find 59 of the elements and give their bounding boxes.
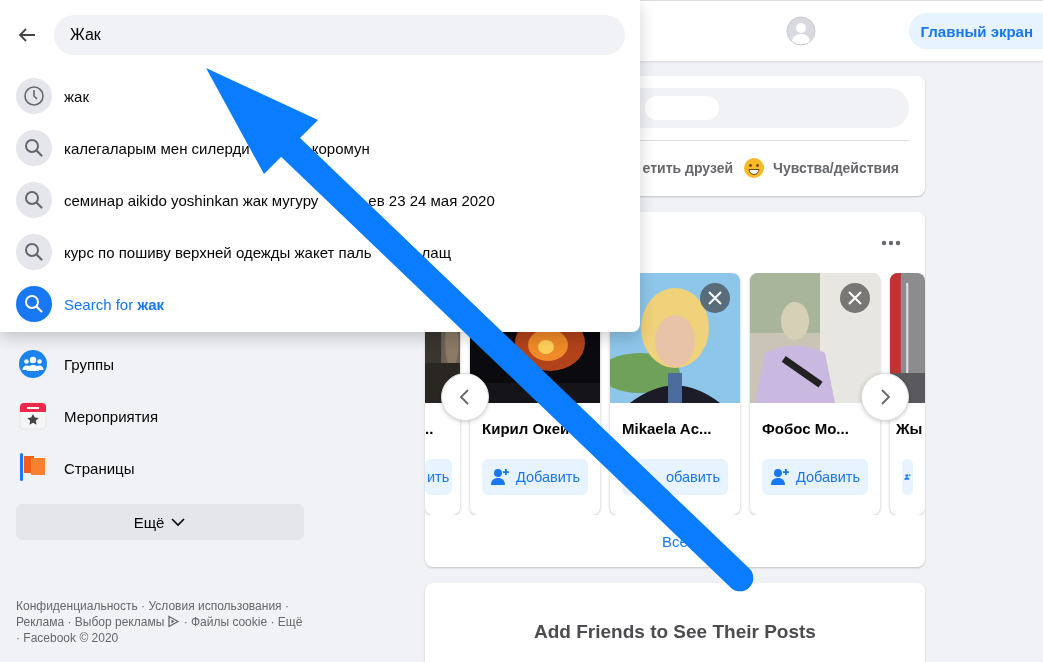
person-name: ..: [425, 419, 434, 439]
search-icon: [16, 234, 52, 270]
search-suggestion[interactable]: курс по пошиву верхней одежды жакет паль лащ: [0, 226, 640, 278]
footer-link[interactable]: Файлы cookie: [191, 615, 268, 629]
suggestion-text: коромун: [311, 139, 370, 157]
separator-dot: ·: [141, 599, 146, 613]
suggestion-text: лащ: [421, 243, 451, 261]
suggestion-text: семинар aikido yoshinkan жак мугуру: [64, 191, 319, 209]
footer-link[interactable]: Ещё: [277, 615, 303, 629]
person-name: Mikaela Ac...: [622, 419, 712, 439]
search-suggestion[interactable]: семинар aikido yoshinkan жак мугуру ев 23 24 мая 2020: [0, 174, 640, 226]
close-button[interactable]: [700, 283, 730, 313]
smiley-icon: [743, 157, 766, 179]
separator-dot: ·: [183, 615, 188, 629]
add-friend-icon: [770, 467, 790, 487]
groups-icon: [18, 349, 48, 379]
search-suggestion[interactable]: Search for жак: [0, 278, 640, 330]
sidebar-item[interactable]: Мероприятия: [16, 390, 304, 442]
search-icon: [16, 286, 52, 322]
separator-dot: ·: [16, 631, 20, 645]
person-name: Фобос Мо...: [762, 419, 849, 439]
suggestion-text: калегаларым мен силерди: [64, 139, 250, 157]
add-friend-button[interactable]: [902, 459, 913, 495]
suggestion-text: жак: [64, 87, 89, 105]
footer-link[interactable]: Выбор рекламы: [74, 615, 165, 629]
clock-icon: [16, 78, 52, 114]
close-icon: [847, 290, 863, 306]
tag-button[interactable]: етить друзей: [642, 160, 734, 176]
empty-feed-title: Add Friends to See Their Posts: [534, 621, 816, 644]
search-suggestion[interactable]: жак: [0, 70, 640, 122]
separator-dot: ·: [67, 615, 72, 629]
sidebar-item[interactable]: Группы: [16, 338, 304, 390]
home-button[interactable]: Главный экран: [908, 13, 1043, 49]
add-friend-button[interactable]: Добавить: [762, 459, 868, 495]
suggestion-text: курс по пошиву верхней одежды жакет паль: [64, 243, 372, 261]
search-suggestion[interactable]: калегаларым мен силерди коромун: [0, 122, 640, 174]
calendar-icon: [18, 401, 48, 431]
footer-link[interactable]: Реклама: [16, 615, 65, 629]
suggestion-text: ев 23 24 мая 2020: [368, 191, 495, 209]
separator-dot: ·: [270, 615, 275, 629]
add-friend-button[interactable]: Добавить: [482, 459, 588, 495]
more-button[interactable]: Ещё: [16, 504, 304, 540]
person-name: Жы: [896, 419, 923, 439]
search-icon: [16, 130, 52, 166]
footer-link[interactable]: Условия использования: [148, 599, 282, 613]
footer-link[interactable]: Facebook © 2020: [23, 631, 119, 645]
sidebar-item[interactable]: Страницы: [16, 442, 304, 494]
search-field[interactable]: Жак: [54, 15, 625, 55]
add-friend-icon: [490, 467, 510, 487]
feeling-button[interactable]: Чувства/действия: [743, 157, 899, 179]
flag-icon: [18, 453, 48, 483]
footer-link[interactable]: Конфиденциальность: [16, 599, 138, 613]
add-friend-button[interactable]: ить: [425, 459, 452, 495]
close-button[interactable]: [840, 283, 870, 313]
close-icon: [707, 290, 723, 306]
more-dots-icon[interactable]: [881, 239, 901, 246]
search-icon: [16, 182, 52, 218]
separator-dot: ·: [284, 599, 289, 613]
suggestion-text: Search for жак: [64, 295, 165, 313]
